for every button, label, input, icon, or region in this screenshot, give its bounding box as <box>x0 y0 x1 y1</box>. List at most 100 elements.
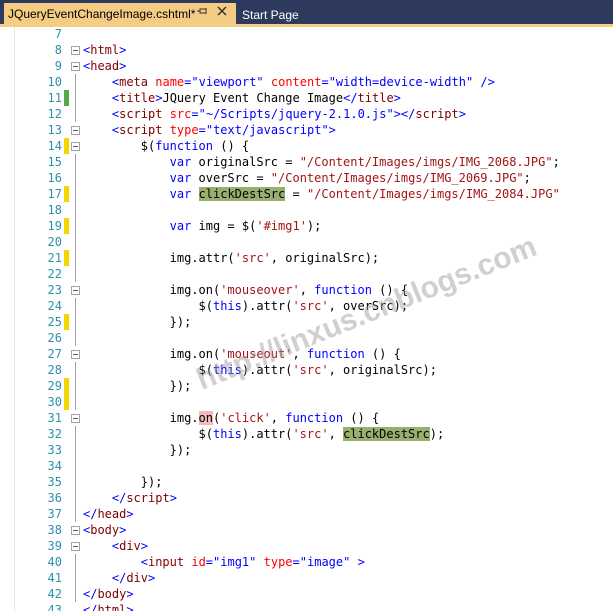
code-token: = <box>191 107 199 121</box>
line-number: 21 <box>47 251 62 265</box>
code-line[interactable]: 35}); <box>0 474 613 490</box>
line-number: 28 <box>47 363 62 377</box>
line-number: 24 <box>47 299 62 313</box>
line-number: 26 <box>47 331 62 345</box>
code-line[interactable]: 25}); <box>0 314 613 330</box>
unsaved-change-marker <box>64 378 69 394</box>
code-line[interactable]: 7 <box>0 27 613 42</box>
code-line[interactable]: 22 <box>0 266 613 282</box>
code-token: ); <box>306 219 322 233</box>
collapse-toggle-icon[interactable] <box>71 526 80 535</box>
code-line[interactable]: 8 <html> <box>0 42 613 58</box>
code-token: , originalSrc); <box>328 363 437 377</box>
line-number: 32 <box>47 427 62 441</box>
code-token: title <box>119 91 156 105</box>
code-token: </ <box>343 91 358 105</box>
collapse-toggle-icon[interactable] <box>71 62 80 71</box>
code-line[interactable]: 41 </div> <box>0 570 613 586</box>
code-token: , <box>328 427 344 441</box>
code-token: "viewport" <box>191 75 264 89</box>
code-token: ).attr( <box>241 427 293 441</box>
code-token: </ <box>83 603 98 611</box>
collapse-toggle-icon[interactable] <box>71 46 80 55</box>
code-line[interactable]: 9 <head> <box>0 58 613 74</box>
code-token: img.on( <box>169 347 221 361</box>
collapse-toggle-icon[interactable] <box>71 350 80 359</box>
line-number: 30 <box>47 395 62 409</box>
code-line[interactable]: 16 var overSrc = "/Content/Images/imgs/IM… <box>0 170 613 186</box>
outline-guide <box>75 234 76 250</box>
line-number: 18 <box>47 203 62 217</box>
code-line[interactable]: 40 <input id="img1" type="image" > <box>0 554 613 570</box>
code-token: function <box>314 283 372 297</box>
code-token: > <box>458 107 466 121</box>
code-line[interactable]: 17 var clickDestSrc = "/Content/Images/im… <box>0 186 613 202</box>
code-line[interactable]: 20 <box>0 234 613 250</box>
code-token: ; <box>552 155 560 169</box>
collapse-toggle-icon[interactable] <box>71 542 80 551</box>
code-line[interactable]: 21 img.attr('src', originalSrc); <box>0 250 613 266</box>
code-text: img.attr('src', originalSrc); <box>170 250 380 266</box>
code-token: img = $( <box>191 219 257 233</box>
code-line[interactable]: 19 var img = $('#img1'); <box>0 218 613 234</box>
code-line[interactable]: 28 $(this).attr('src', originalSrc); <box>0 362 613 378</box>
code-line[interactable]: 10 <meta name="viewport" content="width=d… <box>0 74 613 90</box>
code-line[interactable]: 18 <box>0 202 613 218</box>
line-number: 14 <box>47 139 62 153</box>
code-text: $(function () { <box>141 138 249 154</box>
line-number: 11 <box>47 91 62 105</box>
code-line[interactable]: 34 <box>0 458 613 474</box>
code-line[interactable]: 42 </body> <box>0 586 613 602</box>
code-line[interactable]: 27 img.on('mouseout', function () { <box>0 346 613 362</box>
code-line[interactable]: 31 img.on('click', function () { <box>0 410 613 426</box>
code-line[interactable]: 26 <box>0 330 613 346</box>
code-line[interactable]: 14 $(function () { <box>0 138 613 154</box>
close-icon[interactable] <box>214 3 230 19</box>
code-token: > <box>328 123 336 137</box>
tab-start-page[interactable]: Start Page <box>242 5 299 25</box>
collapse-toggle-icon[interactable] <box>71 414 80 423</box>
outline-guide <box>75 330 76 346</box>
code-line[interactable]: 43 </html> <box>0 602 613 611</box>
code-line[interactable]: 30 <box>0 394 613 410</box>
code-line[interactable]: 33}); <box>0 442 613 458</box>
code-line[interactable]: 11 <title>JQuery Event Change Image</titl… <box>0 90 613 106</box>
code-line[interactable]: 13 <script type="text/javascript"> <box>0 122 613 138</box>
outline-guide <box>75 250 76 266</box>
code-line[interactable]: 12 <script src="~/Scripts/jquery-2.1.0.js… <box>0 106 613 122</box>
code-token: "/Content/Images/imgs/IMG_2068.JPG" <box>299 155 553 169</box>
collapse-toggle-icon[interactable] <box>71 286 80 295</box>
code-line[interactable]: 37 </head> <box>0 506 613 522</box>
code-token: , overSrc); <box>328 299 409 313</box>
pin-icon[interactable] <box>194 3 210 19</box>
code-token: () { <box>364 347 401 361</box>
collapse-toggle-icon[interactable] <box>71 142 80 151</box>
code-token: on <box>198 411 213 425</box>
code-line[interactable]: 29}); <box>0 378 613 394</box>
line-number: 13 <box>47 123 62 137</box>
code-token: img.on( <box>169 283 221 297</box>
line-number: 7 <box>54 27 62 41</box>
code-token: "text/javascript" <box>205 123 329 137</box>
line-number: 38 <box>47 523 62 537</box>
code-line[interactable]: 24 $(this).attr('src', overSrc); <box>0 298 613 314</box>
collapse-toggle-icon[interactable] <box>71 126 80 135</box>
unsaved-change-marker <box>64 394 69 410</box>
code-text: img.on('mouseover', function () { <box>170 282 408 298</box>
code-line[interactable]: 15 var originalSrc = "/Content/Images/img… <box>0 154 613 170</box>
code-token: script <box>126 491 170 505</box>
code-line[interactable]: 38 <body> <box>0 522 613 538</box>
code-line[interactable]: 36 </script> <box>0 490 613 506</box>
code-text: <title>JQuery Event Change Image</title> <box>112 90 401 106</box>
code-line[interactable]: 32 $(this).attr('src', clickDestSrc); <box>0 426 613 442</box>
unsaved-change-marker <box>64 138 69 154</box>
code-line[interactable]: 39 <div> <box>0 538 613 554</box>
code-token: </ <box>83 587 98 601</box>
code-editor[interactable]: 7 8 <html> 9 <head> 10 < meta name = "viewport" c… <box>0 27 613 611</box>
code-token: img.attr( <box>169 251 235 265</box>
code-text: var originalSrc = "/Content/Images/imgs/… <box>170 154 560 170</box>
code-line[interactable]: 23 img.on('mouseover', function () { <box>0 282 613 298</box>
code-token: > <box>126 507 134 521</box>
